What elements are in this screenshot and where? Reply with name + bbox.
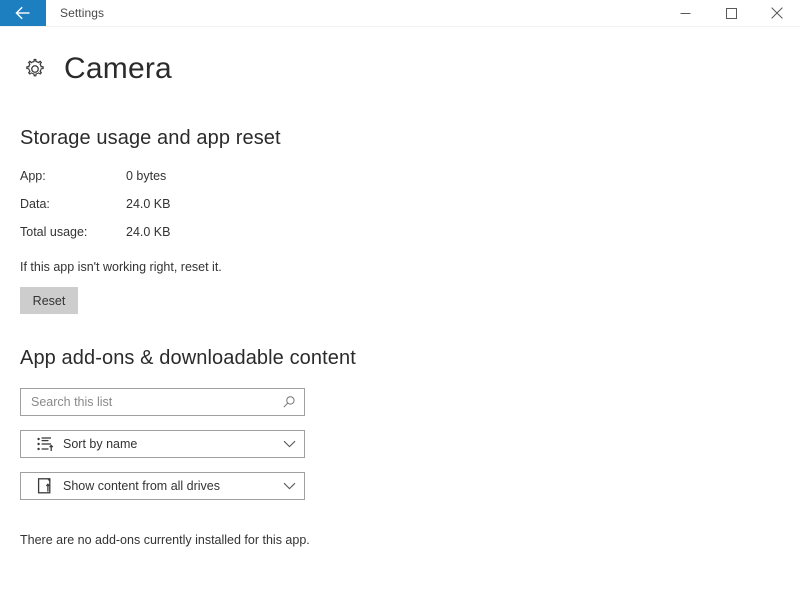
settings-content: Camera Storage usage and app reset App: … [0,49,800,547]
search-box[interactable] [20,388,305,416]
storage-usage-table: App: 0 bytes Data: 24.0 KB Total usage: … [20,169,170,253]
minimize-button[interactable] [662,0,708,26]
sort-list-icon [33,436,59,452]
storage-row-label: Data: [20,197,50,211]
storage-row-label: App: [20,169,46,183]
gear-icon [20,54,50,84]
back-arrow-icon [14,6,32,20]
table-row: Total usage: 24.0 KB [20,225,170,253]
sort-dropdown[interactable]: Sort by name [20,430,305,458]
page-title: Camera [64,52,172,85]
storage-row-label: Total usage: [20,225,88,239]
sort-dropdown-label: Sort by name [63,437,138,451]
table-row: App: 0 bytes [20,169,170,197]
storage-row-value: 24.0 KB [126,197,171,211]
search-input[interactable] [21,389,274,415]
storage-section-heading: Storage usage and app reset [20,127,281,149]
table-row: Data: 24.0 KB [20,197,170,225]
page-header: Camera [20,49,800,89]
storage-row-value: 24.0 KB [126,225,171,239]
chevron-down-icon[interactable] [274,440,304,448]
minimize-icon [680,8,691,19]
maximize-icon [725,7,737,19]
close-icon [771,7,783,19]
reset-button[interactable]: Reset [20,287,78,314]
chevron-down-icon[interactable] [274,482,304,490]
drive-icon [33,477,59,495]
drives-dropdown-label: Show content from all drives [63,479,221,493]
maximize-button[interactable] [708,0,754,26]
title-bar: Settings [0,0,800,27]
back-button[interactable] [0,0,46,26]
addons-section-heading: App add-ons & downloadable content [20,347,356,369]
drives-dropdown[interactable]: Show content from all drives [20,472,305,500]
storage-row-value: 0 bytes [126,169,167,183]
window-controls [662,0,800,26]
reset-description: If this app isn't working right, reset i… [20,260,222,274]
window-title: Settings [60,6,105,20]
close-button[interactable] [754,0,800,26]
addons-empty-message: There are no add-ons currently installed… [20,533,310,547]
search-icon[interactable] [274,395,304,409]
